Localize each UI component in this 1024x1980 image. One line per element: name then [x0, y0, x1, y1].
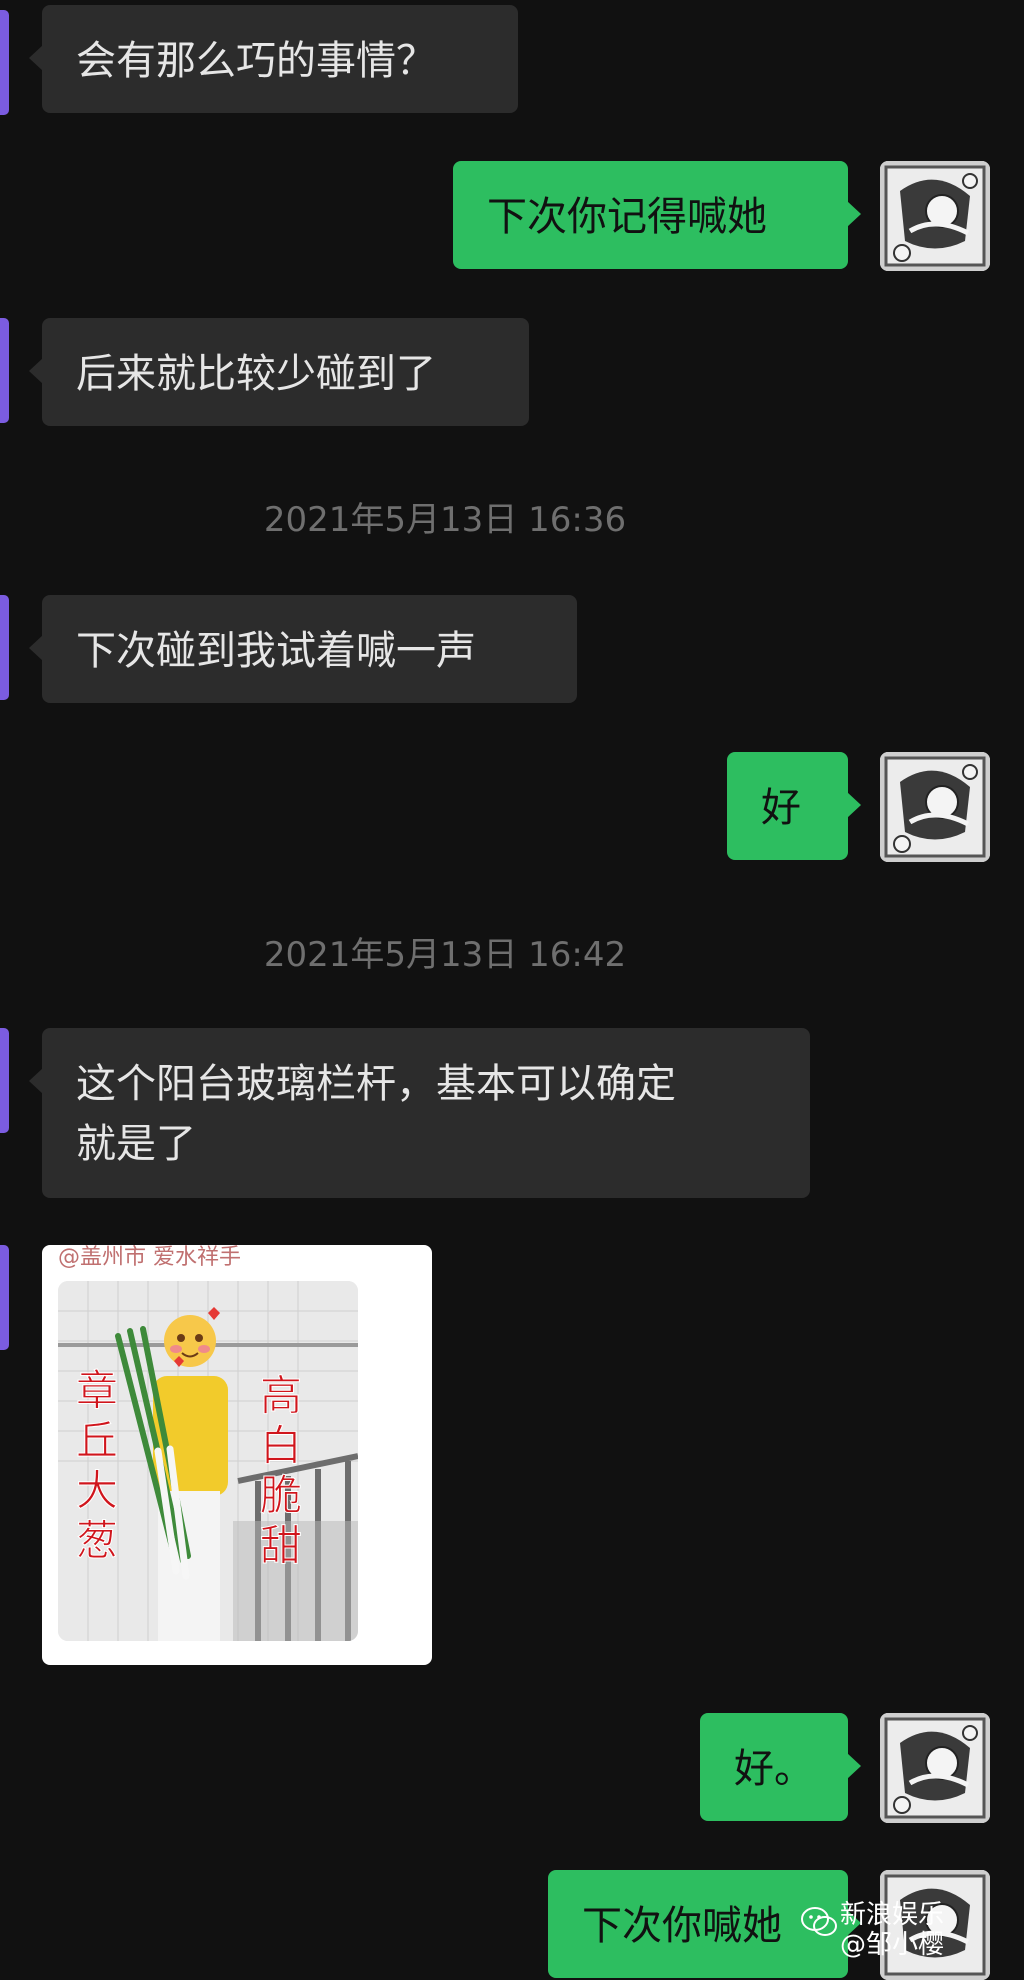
message-text: 后来就比较少碰到了	[76, 351, 436, 397]
user-avatar[interactable]	[880, 752, 990, 862]
message-text-line: 就是了	[76, 1121, 196, 1167]
contact-avatar-edge[interactable]	[0, 10, 9, 115]
message-text: 下次碰到我试着喊一声	[76, 628, 476, 674]
contact-avatar-edge[interactable]	[0, 595, 9, 700]
photo-caption-left: 章 丘 大 葱	[75, 1366, 118, 1566]
incoming-message-bubble[interactable]: 这个阳台玻璃栏杆，基本可以确定 就是了	[29, 1028, 810, 1198]
shared-photo[interactable]: 章 丘 大 葱 高 白 脆 甜	[58, 1281, 358, 1641]
message-text: 会有那么巧的事情？	[76, 38, 436, 84]
image-message[interactable]: @盖州市 爱水祥手 章 丘 大 葱 高 白 脆 甜	[42, 1245, 432, 1665]
watermark: 新浪娱乐 @邹小樱	[840, 1900, 944, 1960]
outgoing-message-bubble[interactable]: 下次你记得喊她	[453, 161, 861, 269]
outgoing-message-bubble[interactable]: 好。	[700, 1713, 861, 1821]
contact-avatar-edge[interactable]	[0, 1028, 9, 1133]
watermark-author: @邹小樱	[840, 1930, 945, 1960]
contact-avatar-edge[interactable]	[0, 1245, 9, 1350]
anime-avatar-icon	[880, 1713, 990, 1823]
chat-timestamp: 2021年5月13日 16:36	[263, 500, 627, 540]
chat-timestamp: 2021年5月13日 16:42	[263, 935, 627, 975]
contact-avatar-edge[interactable]	[0, 318, 9, 423]
message-text: 好。	[734, 1746, 814, 1792]
incoming-message-bubble[interactable]: 下次碰到我试着喊一声	[29, 595, 577, 703]
message-text-line: 这个阳台玻璃栏杆，基本可以确定	[76, 1061, 676, 1107]
user-avatar[interactable]	[880, 1713, 990, 1823]
incoming-message-bubble[interactable]: 会有那么巧的事情？	[29, 5, 518, 113]
anime-avatar-icon	[880, 752, 990, 862]
wechat-logo-icon	[801, 1907, 837, 1936]
photo-caption-right: 高 白 脆 甜	[259, 1371, 302, 1571]
outgoing-message-bubble[interactable]: 好	[727, 752, 861, 860]
message-text: 下次你喊她	[582, 1903, 782, 1949]
watermark-source: 新浪娱乐	[840, 1900, 945, 1930]
user-avatar[interactable]	[880, 161, 990, 271]
message-text: 好	[761, 785, 801, 831]
anime-avatar-icon	[880, 161, 990, 271]
image-header-text: @盖州市 爱水祥手	[58, 1245, 241, 1270]
message-text: 下次你记得喊她	[487, 194, 767, 240]
incoming-message-bubble[interactable]: 后来就比较少碰到了	[29, 318, 529, 426]
